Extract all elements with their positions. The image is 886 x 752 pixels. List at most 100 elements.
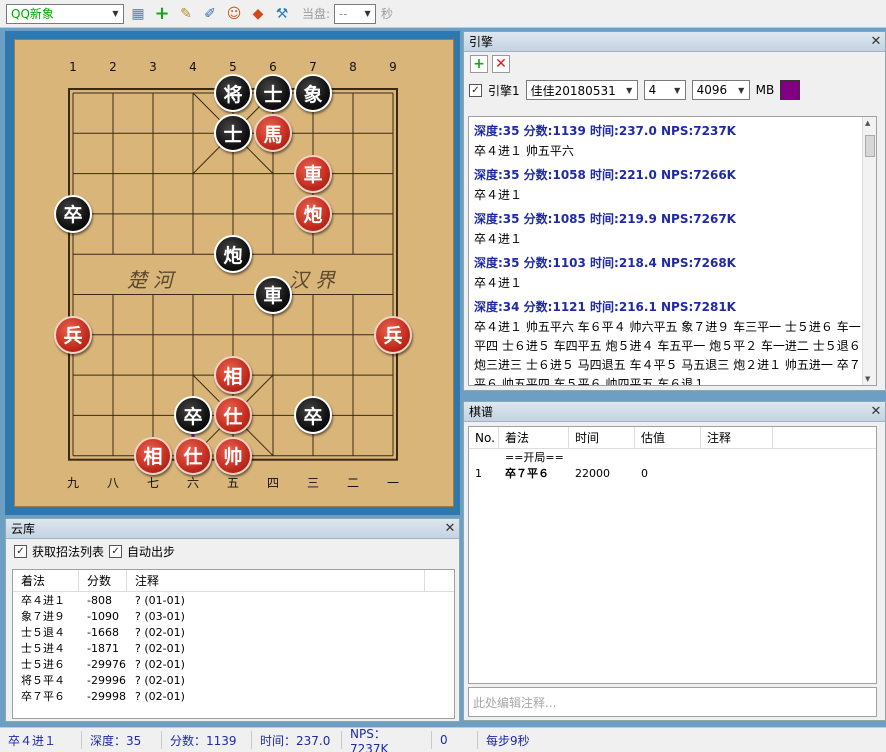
add-engine-icon[interactable]: + xyxy=(470,55,488,73)
cloud-cell: ? (03-01) xyxy=(135,609,185,623)
engine-panel: 引擎 ✕ + ✕ ✓ 引擎1 佳佳20180531 ▼ 4 ▼ 4096 ▼ M… xyxy=(463,31,886,391)
black-piece[interactable]: 卒 xyxy=(54,194,92,233)
cloud-options: ✓ 获取招法列表 ✓ 自动出步 xyxy=(6,539,459,563)
engine-select-value: QQ新象 xyxy=(11,7,54,21)
col-move[interactable]: 着法 xyxy=(13,570,79,591)
cloud-cell: 卒７平６ xyxy=(21,690,65,703)
file-label-top: 8 xyxy=(349,60,357,74)
red-piece[interactable]: 車 xyxy=(294,154,332,193)
file-label-bottom: 三 xyxy=(306,475,319,490)
red-piece[interactable]: 兵 xyxy=(374,315,412,354)
red-piece[interactable]: 帅 xyxy=(214,436,252,475)
chess-board[interactable]: 123456789 九八七六五四三二一 楚河 汉界 将士象士馬車卒炮炮車兵兵相卒… xyxy=(14,39,454,507)
engine-line-pv: 卒４进１ 帅五平六 xyxy=(474,144,574,158)
color-picker[interactable] xyxy=(780,80,801,100)
status-move: 卒４进１ xyxy=(0,731,82,749)
board-edit-icon[interactable]: ▦ xyxy=(128,4,148,24)
record-opening-row[interactable]: ==开局== xyxy=(469,449,876,465)
cloud-cell: ? (02-01) xyxy=(135,641,185,655)
cloud-row[interactable]: 士５进６ -29976 ? (02-01) xyxy=(13,656,454,672)
record-cell: 0 xyxy=(641,466,648,480)
cloud-cell: -1871 xyxy=(87,641,119,655)
pen-icon[interactable]: ✐ xyxy=(200,4,220,24)
engine-enable-checkbox[interactable]: ✓ xyxy=(469,83,482,97)
col-time[interactable]: 时间 xyxy=(569,427,635,448)
col-note[interactable]: 注释 xyxy=(127,570,425,591)
engine-line-pv: 卒４进１ xyxy=(474,232,523,246)
auto-move-checkbox[interactable]: ✓ xyxy=(109,544,123,558)
cloud-row[interactable]: 卒７平６ -29998 ? (02-01) xyxy=(13,688,454,704)
cloud-cell: 卒４进１ xyxy=(21,594,65,607)
black-piece[interactable]: 車 xyxy=(254,275,292,314)
file-label-top: 1 xyxy=(69,60,77,74)
file-label-top: 6 xyxy=(269,60,277,74)
engine-select[interactable]: QQ新象 ▼ xyxy=(6,3,124,24)
scroll-down-icon[interactable]: ▼ xyxy=(865,375,870,383)
user-icon[interactable]: ☺ xyxy=(224,4,244,24)
opening-label: ==开局== xyxy=(505,451,564,464)
cloud-row[interactable]: 士５进４ -1871 ? (02-01) xyxy=(13,640,454,656)
engine-name-select[interactable]: 佳佳20180531 ▼ xyxy=(525,80,638,100)
close-icon[interactable]: ✕ xyxy=(867,404,885,419)
hash-select[interactable]: 4096 ▼ xyxy=(691,80,750,100)
threads-select[interactable]: 4 ▼ xyxy=(643,80,686,100)
red-piece[interactable]: 兵 xyxy=(54,315,92,354)
cloud-row[interactable]: 象７进９ -1090 ? (03-01) xyxy=(13,608,454,624)
tag-icon[interactable]: ◆ xyxy=(248,4,268,24)
close-icon[interactable]: ✕ xyxy=(441,521,459,536)
col-score[interactable]: 分数 xyxy=(79,570,127,591)
hash-unit: MB xyxy=(755,83,775,97)
river-right-text: 汉界 xyxy=(289,268,341,292)
hash-value: 4096 xyxy=(696,83,728,97)
record-cell xyxy=(701,465,773,481)
cloud-cell: ? (02-01) xyxy=(135,625,185,639)
red-piece[interactable]: 相 xyxy=(134,436,172,475)
engine-line: 深度:35 分数:1103 时间:218.4 NPS:7268K 卒４进１ xyxy=(474,253,871,293)
record-panel-header: 棋谱 ✕ xyxy=(464,402,885,422)
edit-icon[interactable]: ✎ xyxy=(176,4,196,24)
cloud-row[interactable]: 士５退４ -1668 ? (02-01) xyxy=(13,624,454,640)
red-piece[interactable]: 仕 xyxy=(174,436,212,475)
record-row[interactable]: 1 卒７平６ 22000 0 xyxy=(469,465,876,481)
close-icon[interactable]: ✕ xyxy=(867,34,885,49)
chevron-down-icon: ▼ xyxy=(674,85,681,95)
cloud-panel-header: 云库 ✕ xyxy=(6,519,459,539)
col-eval[interactable]: 估值 xyxy=(635,427,701,448)
cloud-cell: -29976 xyxy=(87,657,126,671)
cloud-row[interactable]: 将５平４ -29996 ? (02-01) xyxy=(13,672,454,688)
cloud-table-header: 着法 分数 注释 xyxy=(13,570,454,592)
engine-scrollbar[interactable]: ▲ ▼ xyxy=(862,117,876,385)
file-label-top: 4 xyxy=(189,60,197,74)
cloud-panel-title: 云库 xyxy=(11,522,36,536)
current-label: 当盘: xyxy=(302,7,331,21)
red-piece[interactable]: 炮 xyxy=(294,194,332,233)
black-piece[interactable]: 将 xyxy=(214,74,252,112)
cloud-row[interactable]: 卒４进１ -808 ? (01-01) xyxy=(13,592,454,608)
black-piece[interactable]: 士 xyxy=(254,74,292,112)
status-time: 时间：237.0 xyxy=(252,731,342,749)
file-label-bottom: 九 xyxy=(66,475,79,490)
engine-line-head: 深度:35 分数:1085 时间:219.9 NPS:7267K xyxy=(474,212,736,226)
black-piece[interactable]: 炮 xyxy=(214,235,252,274)
red-piece[interactable]: 相 xyxy=(214,356,252,395)
scroll-thumb[interactable] xyxy=(865,135,875,157)
black-piece[interactable]: 象 xyxy=(294,74,332,112)
scroll-up-icon[interactable]: ▲ xyxy=(865,119,870,127)
board-frame: 123456789 九八七六五四三二一 楚河 汉界 将士象士馬車卒炮炮車兵兵相卒… xyxy=(5,31,460,515)
status-per-move: 每步9秒 xyxy=(486,733,530,748)
remove-engine-icon[interactable]: ✕ xyxy=(492,55,510,73)
fetch-moves-checkbox[interactable]: ✓ xyxy=(14,544,27,558)
col-no[interactable]: No. xyxy=(469,427,499,448)
chevron-down-icon: ▼ xyxy=(738,85,745,95)
fetch-moves-label: 获取招法列表 xyxy=(32,544,105,559)
current-select[interactable]: -- ▼ xyxy=(334,3,377,24)
note-editor[interactable]: 此处编辑注释... xyxy=(468,687,877,717)
engine-name-value: 佳佳20180531 xyxy=(530,83,616,98)
col-note[interactable]: 注释 xyxy=(701,427,773,448)
tool-icon[interactable]: ⚒ xyxy=(272,4,292,24)
col-move[interactable]: 着法 xyxy=(499,427,569,448)
cloud-cell: -29998 xyxy=(87,689,126,703)
cloud-cell: 象７进９ xyxy=(21,610,65,623)
cloud-cell: 士５进６ xyxy=(21,658,65,671)
add-icon[interactable]: + xyxy=(152,3,172,24)
